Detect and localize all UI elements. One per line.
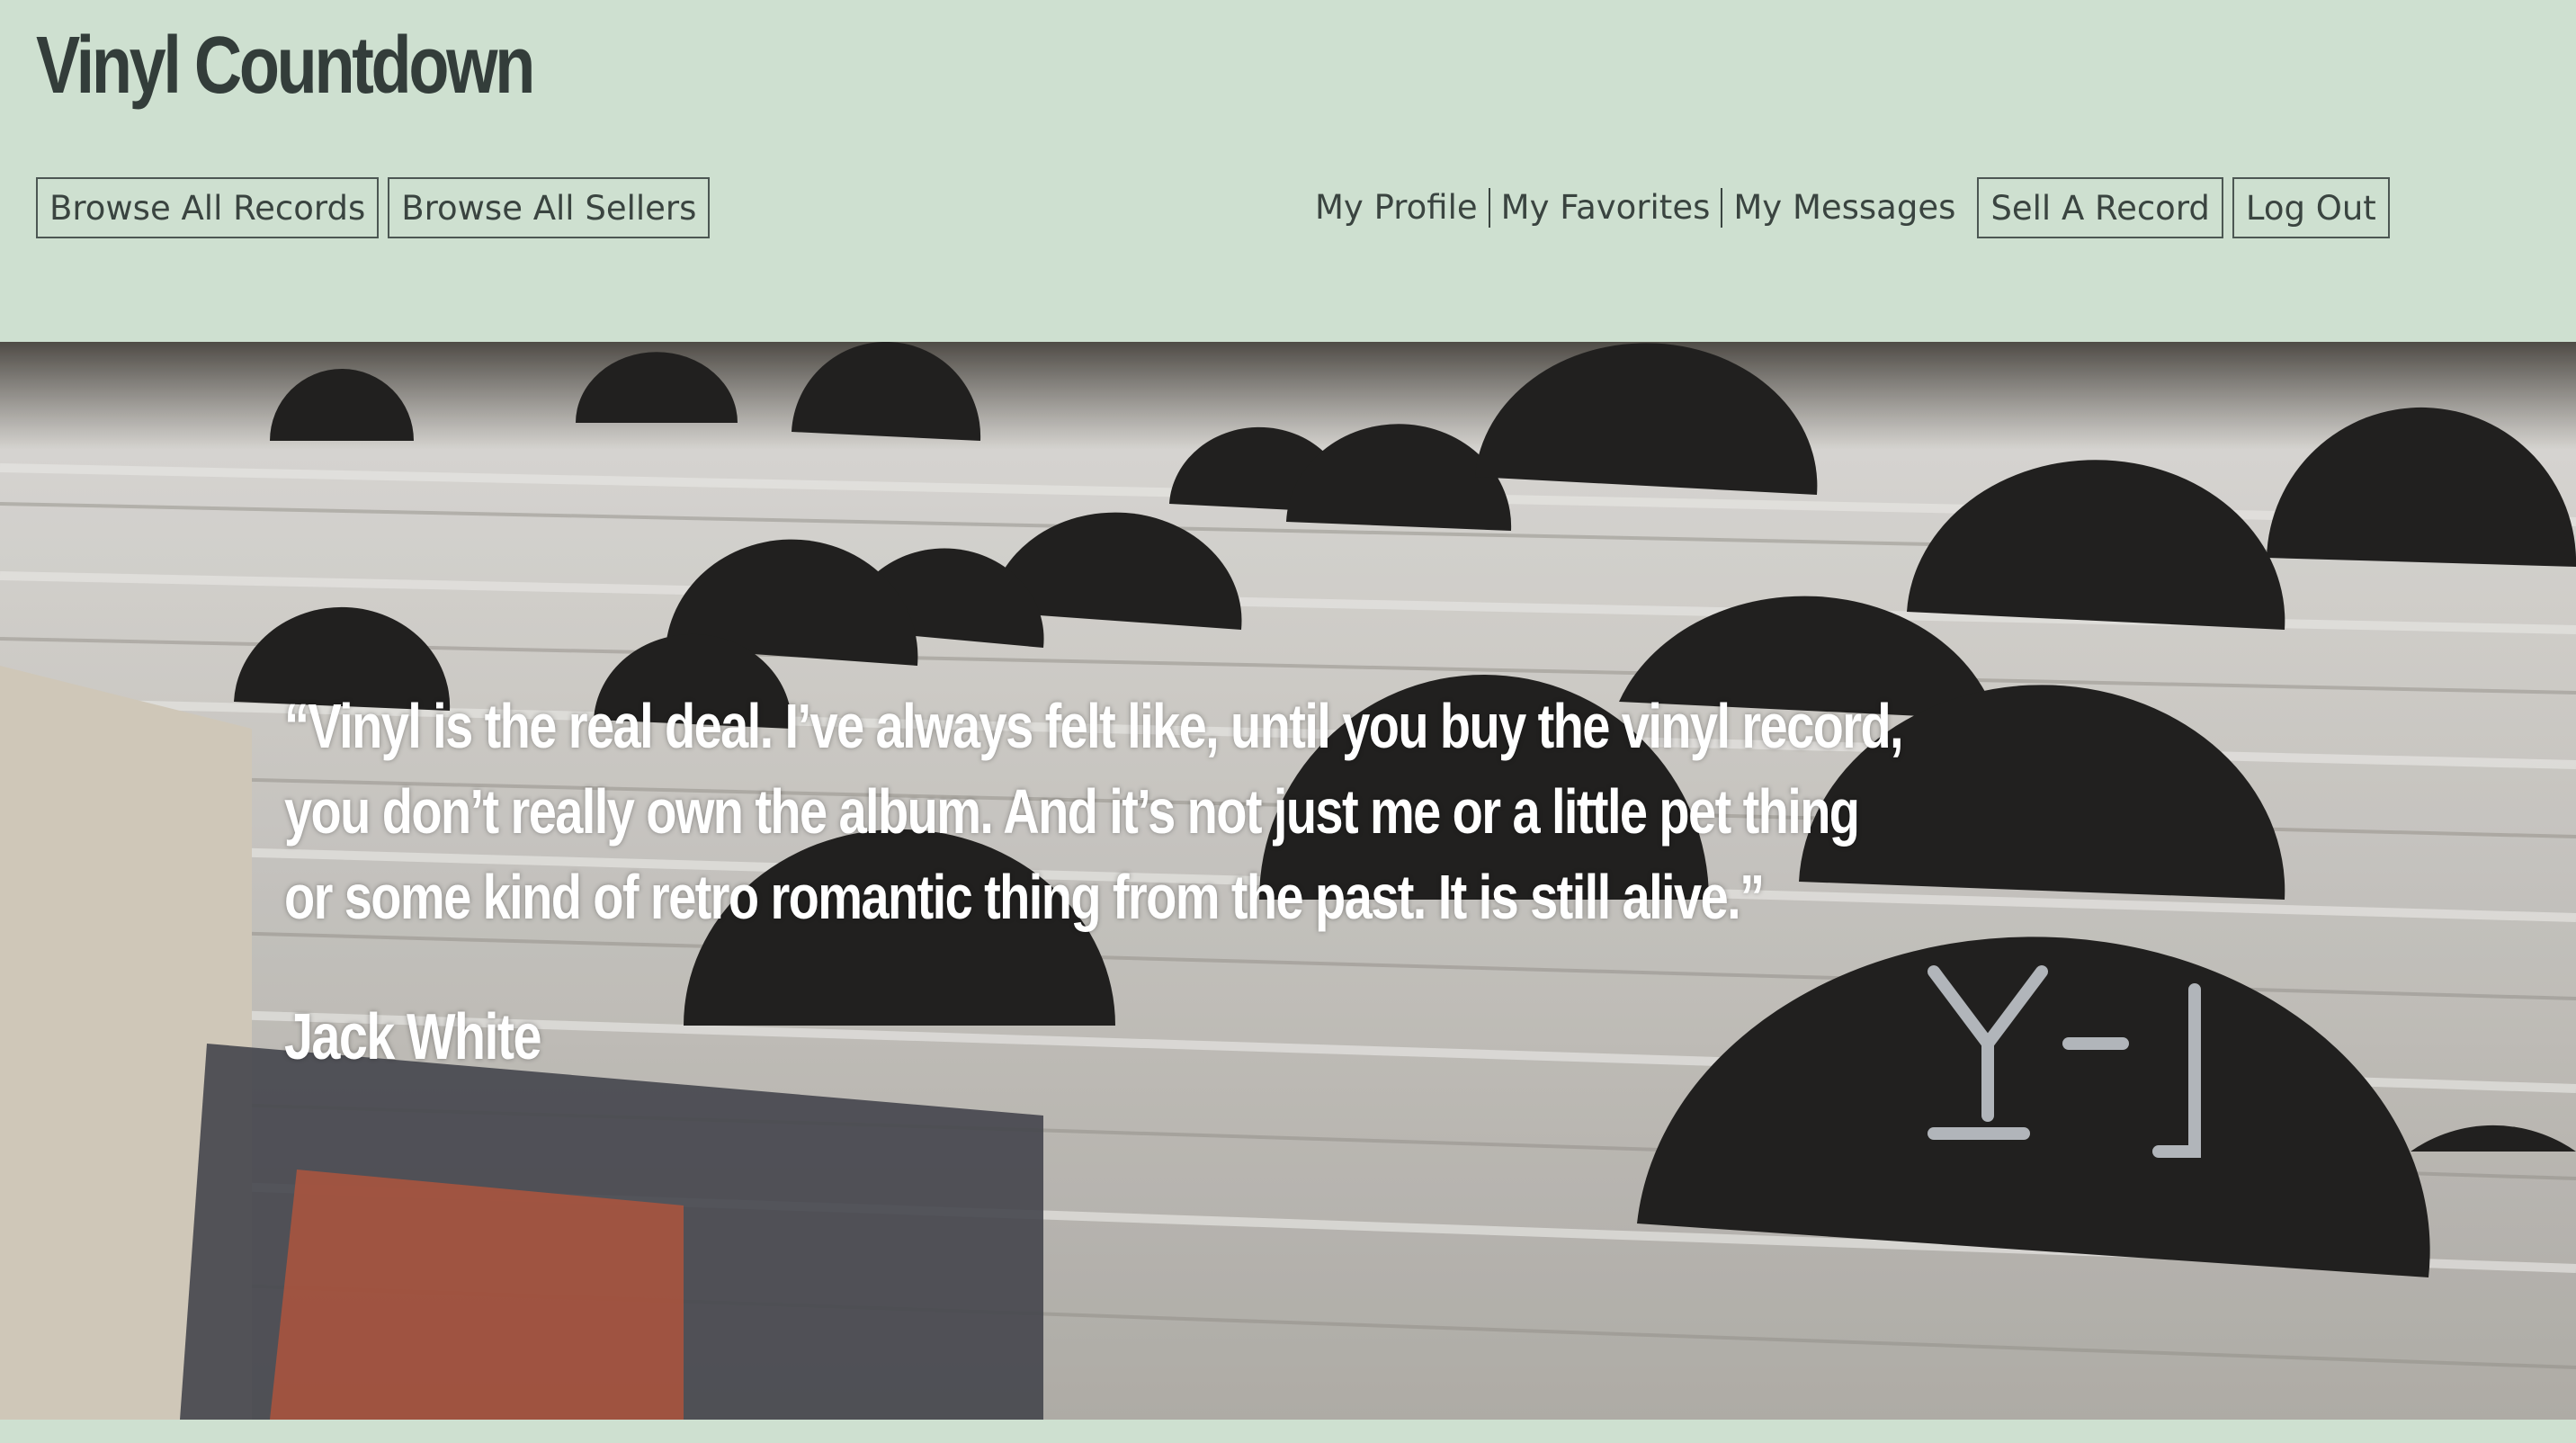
log-out-button[interactable]: Log Out [2232, 177, 2390, 238]
my-favorites-link[interactable]: My Favorites [1490, 188, 1722, 228]
site-title[interactable]: Vinyl Countdown [36, 16, 535, 115]
hero-banner: “Vinyl is the real deal. I’ve always fel… [0, 342, 2576, 1420]
sell-a-record-button[interactable]: Sell A Record [1977, 177, 2223, 238]
primary-nav: Browse All Records Browse All Sellers [36, 177, 711, 238]
hero-quote: “Vinyl is the real deal. I’ve always fel… [284, 691, 1904, 932]
account-nav: My Profile My Favorites My Messages Sell… [1315, 177, 2390, 238]
my-profile-link[interactable]: My Profile [1315, 188, 1489, 228]
browse-all-records-button[interactable]: Browse All Records [36, 177, 380, 238]
footer-strip [0, 1420, 2576, 1443]
browse-all-sellers-button[interactable]: Browse All Sellers [388, 177, 711, 238]
quote-author: Jack White [284, 1001, 542, 1073]
my-messages-link[interactable]: My Messages [1722, 188, 1966, 228]
site-header: Vinyl Countdown Browse All Records Brows… [0, 0, 2576, 342]
